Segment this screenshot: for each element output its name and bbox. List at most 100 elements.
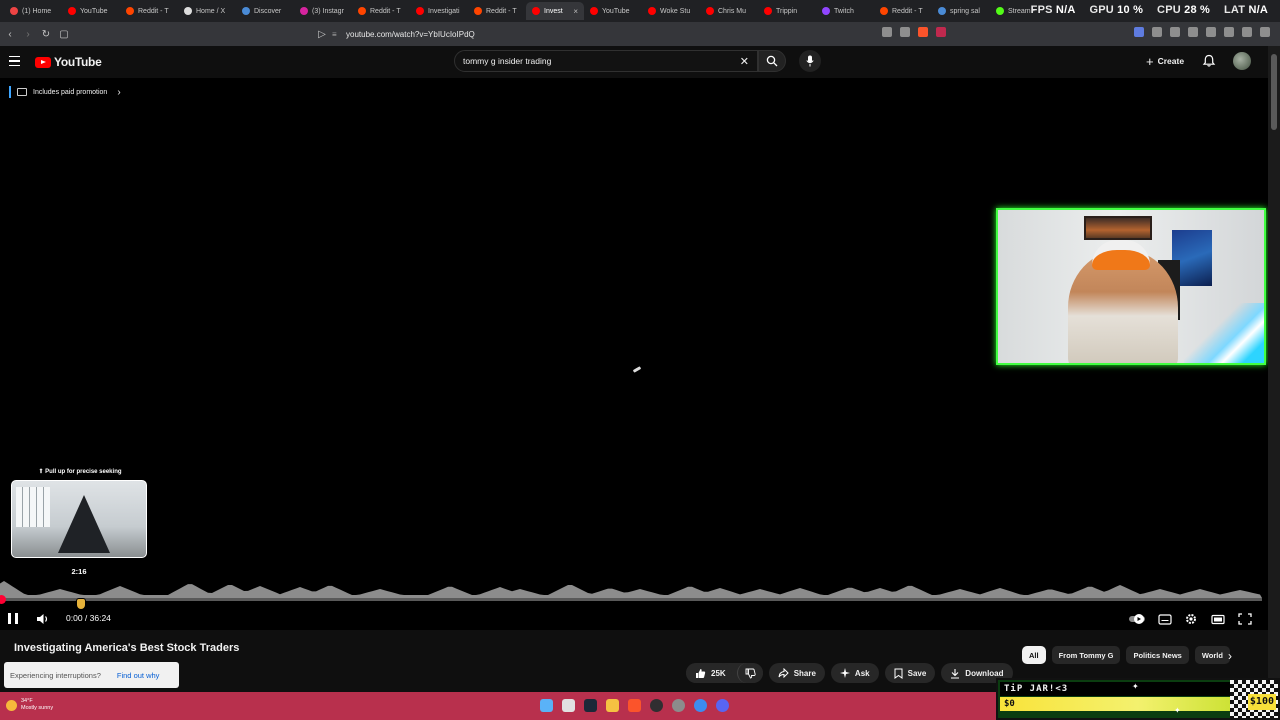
search-input[interactable]: tommy g insider trading ✕ [454,50,758,72]
reload-icon[interactable]: ↻ [38,26,54,42]
vpn-icon[interactable] [1134,27,1144,37]
chrome-icon[interactable] [694,699,707,712]
browser-tab[interactable]: Reddit - T [874,2,932,20]
settings-app-icon[interactable] [672,699,685,712]
discord-icon[interactable] [716,699,729,712]
file-explorer-icon[interactable] [606,699,619,712]
browser-tab[interactable]: spring sal [932,2,990,20]
create-button[interactable]: + Create [1140,52,1190,70]
obs-icon[interactable] [650,699,663,712]
tab-manager-icon[interactable] [1170,27,1180,37]
share-button[interactable]: Share [768,663,825,683]
settings-gear-icon[interactable] [1184,613,1198,625]
code-icon[interactable] [1206,27,1216,37]
player-controls: 0:00 / 36:24 [0,608,1262,630]
browser-tab[interactable]: Discover [236,2,294,20]
clear-search-icon[interactable]: ✕ [740,55,749,68]
address-bar[interactable]: ≡ youtube.com/watch?v=YbIUcIoIPdQ [332,25,942,43]
sidebar-toggle-icon[interactable]: ▢ [56,26,72,42]
browser-tab[interactable]: Reddit - T [468,2,526,20]
tab-label: Twitch [834,7,854,15]
hud-cpu: CPU 28 % [1157,4,1211,16]
browser-tab[interactable]: Reddit - T [352,2,410,20]
browser-tab[interactable]: (1) Home [4,2,62,20]
fullscreen-icon[interactable] [1238,613,1252,625]
tab-favicon-icon [880,7,888,15]
start-icon[interactable] [540,699,553,712]
youtube-logo[interactable]: YouTube [35,55,102,69]
browser-tab[interactable]: (3) Instagr [294,2,352,20]
hamburger-menu-icon[interactable] [9,56,20,66]
tab-label: Reddit - T [138,7,169,15]
account-avatar[interactable] [1233,52,1251,70]
browser-tab[interactable]: Invest × [526,2,584,20]
plus-icon: + [1146,53,1154,69]
browser-tab[interactable]: YouTube [62,2,120,20]
like-button[interactable]: 25K [686,663,732,683]
steam-icon[interactable] [584,699,597,712]
subtitles-icon[interactable] [1158,613,1172,625]
task-view-icon[interactable] [562,699,575,712]
weather-widget[interactable]: 34°F Mostly sunny [6,698,53,712]
tab-label: Home / X [196,7,226,15]
browser-tab[interactable]: Woke Stu [642,2,700,20]
filter-chip[interactable]: From Tommy G [1051,646,1121,664]
promotion-icon [17,88,27,96]
thumbs-up-icon [696,668,706,678]
share-icon[interactable] [900,27,910,37]
browser-tab[interactable]: YouTube [584,2,642,20]
notifications-bell-icon[interactable] [1202,54,1216,68]
tab-label: spring sal [950,7,980,15]
video-player[interactable]: ⇑ Pull up for precise seeking 2:16 0:00 … [0,78,1268,630]
browser-tab[interactable]: Investigati [410,2,468,20]
video-actions: 25K Share Ask Save Download [686,663,1013,683]
progress-bar[interactable] [0,595,1262,604]
save-label: Save [907,668,927,678]
sidebar-icon[interactable] [1224,27,1234,37]
browser-tab[interactable]: Reddit - T [120,2,178,20]
wallet-icon[interactable] [1242,27,1252,37]
browser-tab[interactable]: Trippin [758,2,816,20]
autoplay-toggle-icon[interactable] [1128,613,1146,625]
brave-browser-icon[interactable] [628,699,641,712]
pause-button[interactable] [8,613,18,624]
brave-shield-icon[interactable] [918,27,928,37]
bookmark-icon[interactable]: ▷ [314,26,330,42]
tab-label: YouTube [602,7,630,15]
extensions-icon[interactable] [1152,27,1162,37]
preview-sculpture [58,495,110,553]
interruption-notice: Experiencing interruptions? Find out why [4,662,179,688]
close-tab-icon[interactable]: × [573,7,578,16]
paid-promotion-notice[interactable]: Includes paid promotion › [9,86,121,98]
menu-icon[interactable] [1260,27,1270,37]
back-icon[interactable]: ‹ [2,26,18,42]
filter-chip[interactable]: All [1022,646,1046,664]
scrollbar-thumb[interactable] [1271,54,1277,130]
filter-chip[interactable]: World [1194,646,1230,664]
browser-tab[interactable]: Twitch [816,2,874,20]
ask-button[interactable]: Ask [830,663,879,683]
browser-tab[interactable]: Chris Mu [700,2,758,20]
temperature: 34°F [21,698,33,704]
theater-mode-icon[interactable] [1211,613,1225,625]
search-button[interactable] [758,50,786,72]
forward-icon[interactable]: › [20,26,36,42]
site-info-icon[interactable]: ≡ [332,30,346,39]
filter-chip[interactable]: Politics News [1126,646,1189,664]
voice-search-button[interactable] [799,50,821,72]
screenshot-icon[interactable] [882,27,892,37]
rewards-icon[interactable] [936,27,946,37]
scrubber-handle[interactable] [0,595,6,604]
browser-tab[interactable]: Home / X [178,2,236,20]
share-icon [778,668,789,678]
find-out-why-link[interactable]: Find out why [117,671,160,680]
volume-icon[interactable] [36,613,50,625]
dislike-button[interactable] [736,663,763,683]
logo-text: YouTube [54,55,102,69]
microphone-icon [806,55,814,67]
page-scrollbar[interactable] [1268,46,1280,692]
tip-jar-goal: $100 [1247,694,1276,710]
save-button[interactable]: Save [884,663,936,683]
chips-next-chevron-icon[interactable]: › [1228,649,1232,663]
download-icon[interactable] [1188,27,1198,37]
